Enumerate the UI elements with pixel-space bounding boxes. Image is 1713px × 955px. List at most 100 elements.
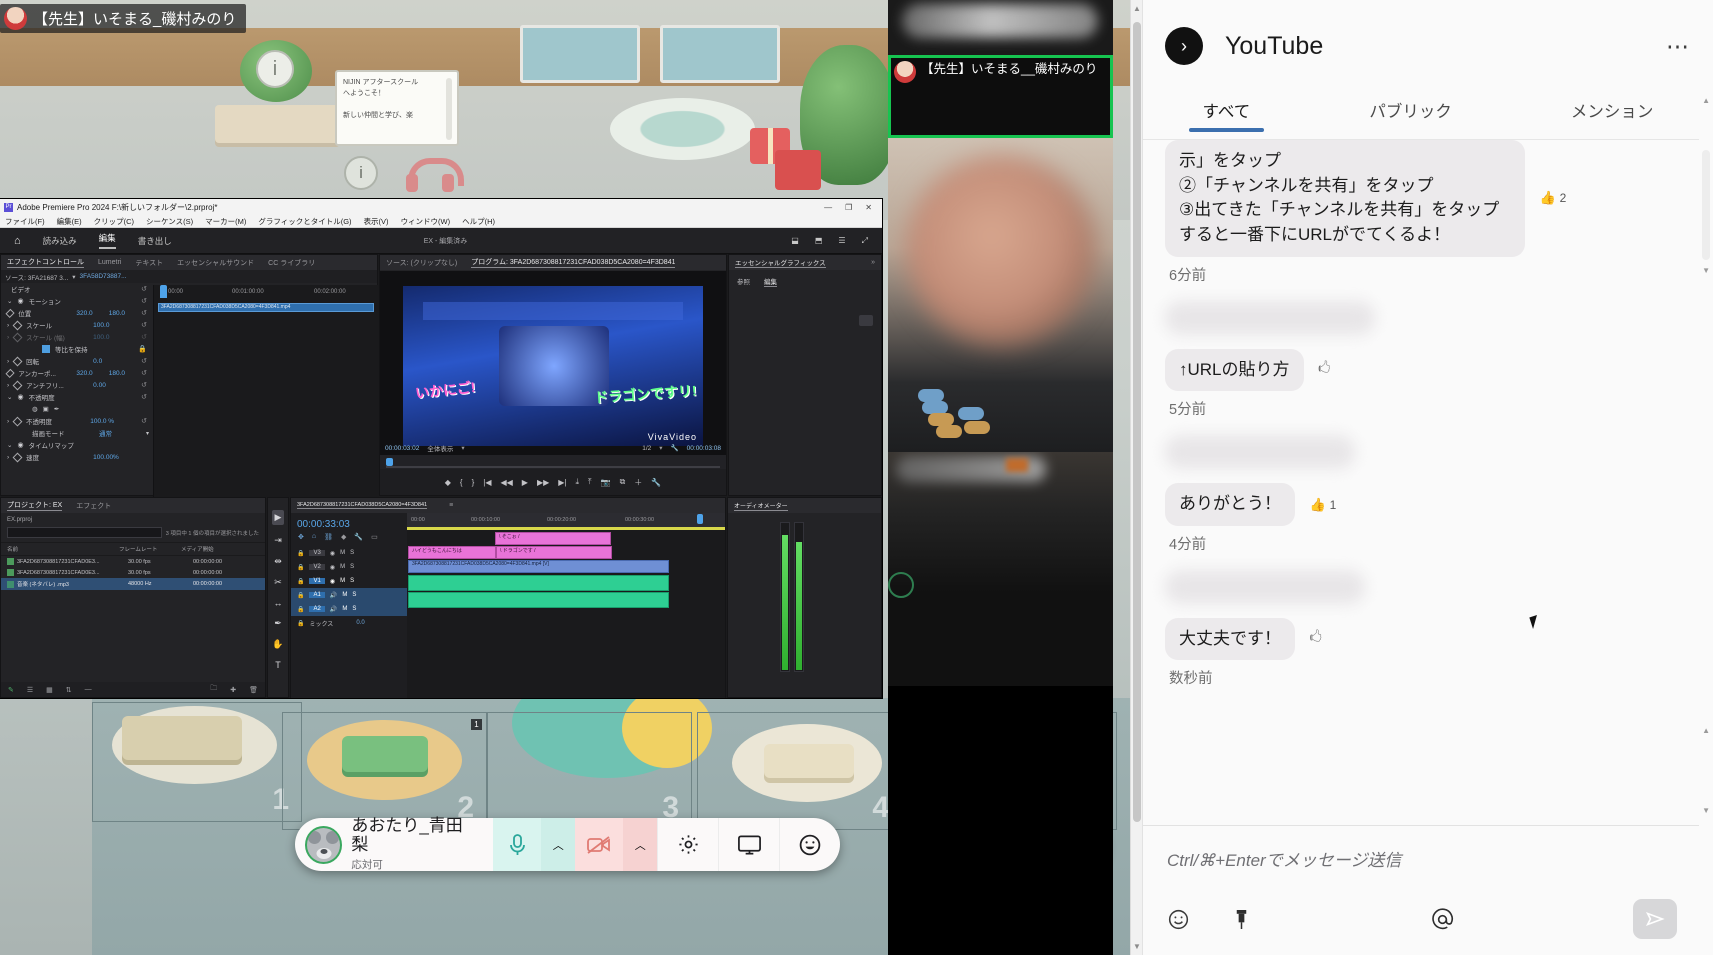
checkbox[interactable]	[42, 345, 50, 353]
timeline-clip[interactable]: \ ドラゴンです /	[496, 546, 612, 559]
meeting-toolbar[interactable]: あおたり_青田梨 応対可 ︿ ︿	[295, 818, 840, 871]
timeline-track-head[interactable]: 00:00:33:03 ✥ ⌂ ⛓ ◆ 🔧 ▭ 🔒V3◉MS 🔒V2◉MS	[291, 513, 407, 698]
comparison-icon[interactable]: ⧉	[620, 477, 626, 487]
linked-selection-icon[interactable]: ⛓	[324, 533, 333, 541]
eye-icon[interactable]: ◉	[17, 297, 23, 305]
thumbnail-participant-4[interactable]	[888, 686, 1113, 955]
timeline-ruler[interactable]: 00:00 00:00:10:00 00:00:20:00 00:00:30:0…	[407, 513, 725, 527]
project-item-list[interactable]: 3FA2D687308817231CFAD0E3... 30.00 fps 00…	[1, 556, 265, 590]
scroll-down-arrow-icon-2[interactable]: ▼	[1702, 806, 1710, 815]
reaction-badge[interactable]: 👍 2	[1539, 190, 1566, 206]
pen-tool-icon[interactable]: ✒	[274, 618, 282, 629]
chat-message-blurred[interactable]	[1165, 301, 1679, 335]
timeline-header-tools[interactable]: ✥ ⌂ ⛓ ◆ 🔧 ▭	[291, 533, 407, 546]
emoji-icon[interactable]	[1167, 908, 1190, 931]
effect-controls-panel[interactable]: エフェクトコントロール Lumetri テキスト エッセンシャルサウンド CC …	[0, 254, 378, 496]
col-fps[interactable]: フレームレート	[119, 545, 181, 553]
tab-essential-graphics[interactable]: エッセンシャルグラフィックス	[735, 257, 826, 268]
eye-icon[interactable]: ◉	[330, 550, 335, 557]
eg-tab-browse[interactable]: 参照	[737, 276, 750, 287]
tab-sequence[interactable]: 3FA2D687308817231CFAD038D5CA2080=4F3D841	[297, 502, 427, 509]
mute-icon[interactable]: M	[340, 578, 345, 584]
play-icon[interactable]: ▶	[522, 478, 528, 487]
camera-off-icon[interactable]	[575, 818, 623, 871]
eg-subtabs[interactable]: 参照 編集	[729, 270, 881, 293]
thumbnail-active-speaker[interactable]: 【先生】いそまる__磯村みのり	[888, 55, 1113, 138]
chat-message-list[interactable]: 示」をタップ ②「チャンネルを共有」をタップ ③出てきた「チャンネルを共有」をタ…	[1143, 140, 1701, 825]
chat-tabs[interactable]: すべて パブリック メンション	[1143, 92, 1713, 140]
captions-icon[interactable]: ▭	[371, 533, 378, 541]
speaker-icon[interactable]: 🔊	[330, 606, 337, 613]
solo-icon[interactable]: S	[350, 550, 354, 556]
export-frame-icon[interactable]: 📷	[601, 478, 611, 487]
chat-input-placeholder[interactable]: Ctrl/⌘+Enterでメッセージ送信	[1167, 846, 1677, 871]
add-marker-icon[interactable]: ◆	[445, 478, 451, 487]
eg-tab-edit[interactable]: 編集	[764, 276, 777, 287]
kf-icon[interactable]: ↺	[141, 381, 147, 389]
audio-meters-panel[interactable]: オーディオメーター	[727, 497, 882, 698]
chat-panel[interactable]: ▲ ▼ › YouTube ⋯ すべて パブリック メンション 示」をタップ ②…	[1130, 0, 1713, 955]
window-controls[interactable]: — ❐ ✕	[824, 203, 878, 212]
list-item-selected[interactable]: 音楽 (ネタバレ) .mp3 48000 Hz 00:00:00:00	[1, 578, 265, 590]
delete-icon[interactable]: 🗑	[249, 686, 258, 694]
razor-tool-icon[interactable]: ✂	[274, 577, 282, 588]
ellipse-mask-icon[interactable]: ◍	[32, 405, 38, 413]
maximize-icon[interactable]: ❐	[845, 203, 852, 212]
tab-mentions[interactable]: メンション	[1571, 92, 1654, 122]
menu-view[interactable]: 表示(V)	[364, 216, 389, 227]
timeline-clip[interactable]: ハイどうもこんにちは	[408, 546, 496, 559]
tab-lumetri[interactable]: Lumetri	[98, 259, 121, 266]
icon-view-icon[interactable]: ▦	[46, 686, 53, 694]
hand-tool-icon[interactable]: ✋	[272, 639, 283, 650]
project-footer-toolbar[interactable]: ✎ ☰ ▦ ⇅ — 🗀 ✚ 🗑	[1, 682, 265, 697]
scroll-up-arrow-icon-2[interactable]: ▲	[1702, 726, 1710, 735]
col-start[interactable]: メディア開始	[181, 545, 214, 553]
chat-message-blurred[interactable]	[1165, 570, 1679, 604]
tab-cc-libraries[interactable]: CC ライブラリ	[268, 258, 315, 268]
timeline-panel[interactable]: 3FA2D687308817231CFAD038D5CA2080=4F3D841…	[290, 497, 726, 698]
tab-effects[interactable]: エフェクト	[76, 501, 111, 511]
program-timecode[interactable]: 00:00:03:02	[385, 445, 419, 452]
reaction-badge[interactable]: 👍 1	[1309, 497, 1336, 513]
tab-audio-meters[interactable]: オーディオメーター	[734, 501, 788, 511]
tab-text[interactable]: テキスト	[135, 258, 163, 268]
solo-icon[interactable]: S	[352, 606, 356, 612]
scroll-up-arrow-icon[interactable]: ▲	[1702, 96, 1710, 105]
speaker-icon[interactable]: 🔊	[330, 592, 337, 599]
solo-icon[interactable]: S	[350, 564, 354, 570]
timeline-clip[interactable]: \ そこぉ /	[495, 532, 611, 545]
scroll-down-arrow-icon[interactable]: ▼	[1133, 942, 1141, 951]
goto-in-icon[interactable]: |◀	[483, 478, 491, 487]
project-tabs[interactable]: プロジェクト: EX エフェクト	[1, 498, 265, 513]
project-panel[interactable]: プロジェクト: EX エフェクト EX.prproj 3 項目中 1 個の項目が…	[0, 497, 266, 698]
menu-graphics[interactable]: グラフィックとタイトル(G)	[258, 216, 351, 227]
workspace-tab-edit[interactable]: 編集	[99, 232, 116, 249]
effect-property-list[interactable]: ビデオ↺ ⌄◉モーション↺ 位置320.0180.0↺ ›スケール100.0↺ …	[1, 283, 153, 463]
solo-icon[interactable]: S	[350, 578, 354, 584]
scroll-down-arrow-icon[interactable]: ▼	[1702, 266, 1710, 275]
tab-effect-controls[interactable]: エフェクトコントロール	[7, 257, 84, 268]
lock-icon[interactable]: 🔒	[297, 592, 304, 599]
timeline-tracks-area[interactable]: 00:00 00:00:10:00 00:00:20:00 00:00:30:0…	[407, 513, 725, 698]
home-icon[interactable]: ⌂	[14, 235, 21, 247]
track-select-tool-icon[interactable]: ⇥	[274, 535, 282, 546]
shared-screen-premiere[interactable]: Pr Adobe Premiere Pro 2024 F:\新しいフォルダー\2…	[0, 199, 882, 698]
timeline-timecode[interactable]: 00:00:33:03	[291, 513, 407, 533]
thumbnail-blurred-top[interactable]	[888, 0, 1113, 55]
thumbnail-participant-3[interactable]	[888, 452, 1113, 686]
kf-icon[interactable]: ↺	[141, 369, 147, 377]
sort-icon[interactable]: ⇅	[66, 686, 72, 694]
new-item-icon[interactable]: ✚	[230, 686, 236, 694]
like-button[interactable]: 🖒	[1309, 628, 1321, 650]
pin-icon[interactable]	[1232, 908, 1251, 931]
program-video-canvas[interactable]: いかにご! ドラゴンですリ! VivaVideo	[380, 271, 726, 461]
step-back-icon[interactable]: ◀◀	[500, 478, 512, 487]
menu-help[interactable]: ヘルプ(H)	[462, 216, 495, 227]
menu-sequence[interactable]: シーケンス(S)	[146, 216, 193, 227]
effect-source-bar[interactable]: ソース: 3FA21687 3... ▾ 3FA58D73887...	[1, 270, 377, 283]
participant-thumbnails[interactable]: 【先生】いそまる__磯村みのり	[888, 0, 1113, 955]
mic-options-chevron-icon[interactable]: ︿	[541, 818, 575, 871]
freeform-icon[interactable]: ✎	[8, 686, 14, 694]
export-icon[interactable]: ⬓	[791, 236, 799, 246]
eye-icon[interactable]: ◉	[330, 578, 335, 585]
